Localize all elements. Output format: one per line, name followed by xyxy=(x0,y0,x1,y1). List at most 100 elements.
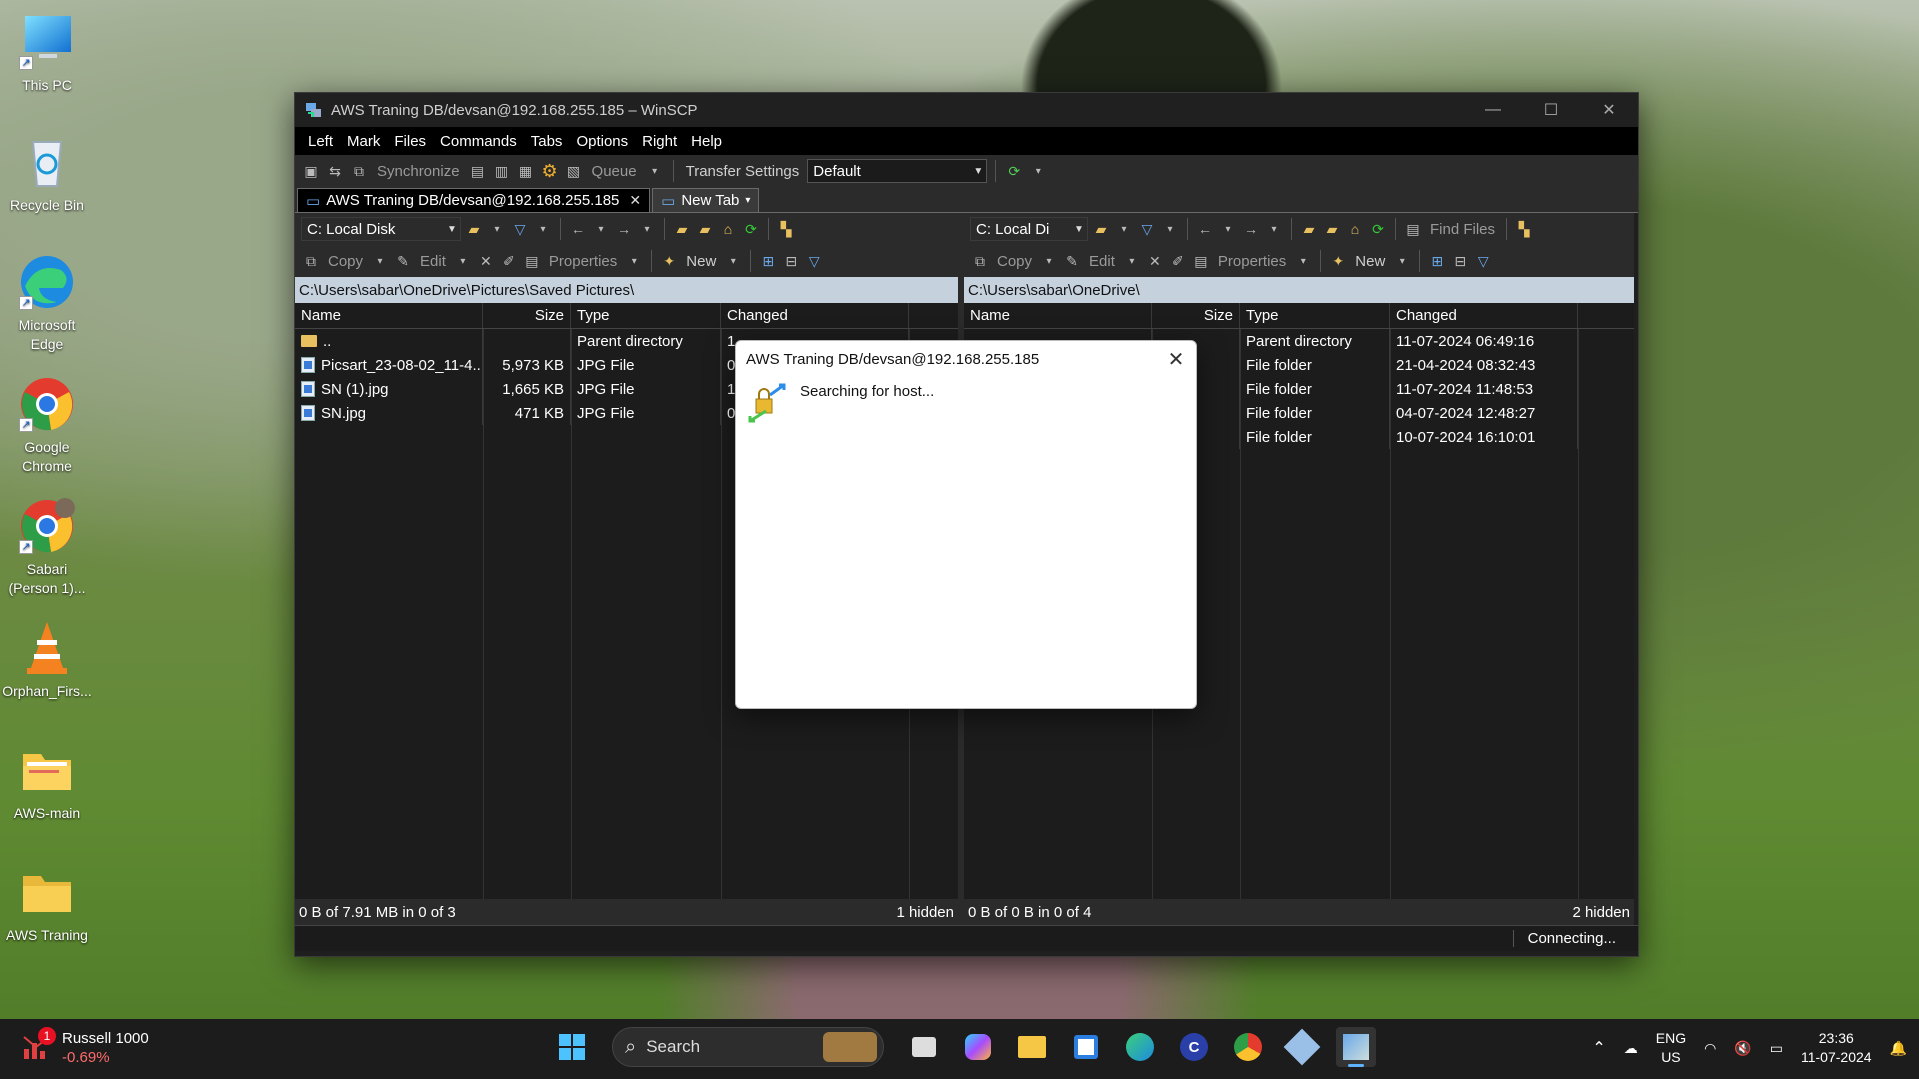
rename-icon[interactable]: ✐ xyxy=(1168,251,1188,271)
menu-tabs[interactable]: Tabs xyxy=(524,133,570,150)
chevron-down-icon[interactable]: ▾ xyxy=(370,251,390,271)
properties-button[interactable]: Properties xyxy=(1214,253,1290,270)
language-indicator[interactable]: ENG US xyxy=(1656,1029,1686,1067)
properties-icon[interactable]: ▤ xyxy=(1191,251,1211,271)
desktop-icon-edge[interactable]: ↗ Microsoft Edge xyxy=(0,252,94,354)
parent-dir-icon[interactable]: ▰ xyxy=(1299,219,1319,239)
root-dir-icon[interactable]: ▰ xyxy=(695,219,715,239)
delete-icon[interactable]: ✕ xyxy=(1145,251,1165,271)
column-name[interactable]: Name xyxy=(295,303,483,328)
transfer-settings-select[interactable]: Default ▼ xyxy=(807,159,988,183)
new-button[interactable]: New xyxy=(682,253,720,270)
wifi-icon[interactable]: ◠ xyxy=(1704,1040,1716,1057)
tab-new[interactable]: ▭ New Tab ▾ xyxy=(652,188,760,212)
chevron-down-icon[interactable]: ▾ xyxy=(1160,219,1180,239)
copy-icon[interactable]: ⧉ xyxy=(301,251,321,271)
desktop-icon-recycle-bin[interactable]: Recycle Bin xyxy=(0,132,94,215)
stock-widget[interactable]: 1 Russell 1000 -0.69% xyxy=(22,1027,149,1067)
file-explorer-button[interactable] xyxy=(1012,1027,1052,1067)
winscp-taskbar-button[interactable] xyxy=(1336,1027,1376,1067)
compare-dirs-icon[interactable]: ▣ xyxy=(301,161,321,181)
properties-icon[interactable]: ▤ xyxy=(522,251,542,271)
store-button[interactable] xyxy=(1066,1027,1106,1067)
desktop-icon-aws-traning[interactable]: AWS Traning xyxy=(0,862,94,945)
copy-icon[interactable]: ⧉ xyxy=(970,251,990,271)
new-button[interactable]: New xyxy=(1351,253,1389,270)
chevron-down-icon[interactable]: ▾ xyxy=(1264,219,1284,239)
new-icon[interactable]: ✦ xyxy=(659,251,679,271)
virtualbox-button[interactable] xyxy=(1282,1027,1322,1067)
taskbar-search[interactable]: ⌕ Search xyxy=(612,1027,884,1067)
column-changed[interactable]: Changed xyxy=(721,303,909,328)
right-drive-select[interactable]: C: Local Di ▼ xyxy=(970,217,1088,241)
volume-muted-icon[interactable]: 🔇 xyxy=(1734,1040,1751,1057)
column-type[interactable]: Type xyxy=(1240,303,1390,328)
unselect-icon[interactable]: ⊟ xyxy=(781,251,801,271)
chevron-down-icon[interactable]: ▾ xyxy=(645,161,665,181)
console-icon[interactable]: ▥ xyxy=(492,161,512,181)
forward-arrow-icon[interactable]: → xyxy=(1241,219,1261,239)
column-size[interactable]: Size xyxy=(1152,303,1240,328)
home-icon[interactable]: ⌂ xyxy=(718,219,738,239)
start-button[interactable] xyxy=(552,1027,592,1067)
filter-icon[interactable]: ▽ xyxy=(1137,219,1157,239)
select-all-icon[interactable]: ⊞ xyxy=(758,251,778,271)
chevron-down-icon[interactable]: ▾ xyxy=(591,219,611,239)
open-folder-icon[interactable]: ▰ xyxy=(464,219,484,239)
desktop-icon-this-pc[interactable]: ↗ This PC xyxy=(0,12,94,95)
dialog-close-button[interactable]: ✕ xyxy=(1156,347,1196,372)
root-dir-icon[interactable]: ▰ xyxy=(1322,219,1342,239)
tree-icon[interactable]: ▚ xyxy=(1514,219,1534,239)
desktop-icon-aws-main[interactable]: AWS-main xyxy=(0,740,94,823)
close-button[interactable]: ✕ xyxy=(1580,93,1638,127)
left-drive-select[interactable]: C: Local Disk ▼ xyxy=(301,217,461,241)
chevron-down-icon[interactable]: ▾ xyxy=(1028,161,1048,181)
chevron-down-icon[interactable]: ▾ xyxy=(637,219,657,239)
close-tab-icon[interactable]: ✕ xyxy=(629,192,641,209)
menu-help[interactable]: Help xyxy=(684,133,729,150)
dialog-title-bar[interactable]: AWS Traning DB/devsan@192.168.255.185 ✕ xyxy=(736,341,1196,377)
unselect-icon[interactable]: ⊟ xyxy=(1450,251,1470,271)
menu-mark[interactable]: Mark xyxy=(340,133,387,150)
edge-button[interactable] xyxy=(1120,1027,1160,1067)
menu-right[interactable]: Right xyxy=(635,133,684,150)
properties-button[interactable]: Properties xyxy=(545,253,621,270)
maximize-button[interactable]: ☐ xyxy=(1522,93,1580,127)
copy-button[interactable]: Copy xyxy=(324,253,367,270)
new-icon[interactable]: ✦ xyxy=(1328,251,1348,271)
tree-icon[interactable]: ▚ xyxy=(776,219,796,239)
app-c-button[interactable]: C xyxy=(1174,1027,1214,1067)
column-type[interactable]: Type xyxy=(571,303,721,328)
chevron-down-icon[interactable]: ▾ xyxy=(1122,251,1142,271)
clock[interactable]: 23:36 11-07-2024 xyxy=(1801,1029,1872,1067)
right-hidden-count[interactable]: 2 hidden xyxy=(1572,904,1630,921)
home-icon[interactable]: ⌂ xyxy=(1345,219,1365,239)
right-path-bar[interactable]: C:\Users\sabar\OneDrive\ xyxy=(964,277,1634,303)
open-folder-icon[interactable]: ▰ xyxy=(1091,219,1111,239)
back-arrow-icon[interactable]: ← xyxy=(568,219,588,239)
chevron-down-icon[interactable]: ▾ xyxy=(453,251,473,271)
forward-arrow-icon[interactable]: → xyxy=(614,219,634,239)
chevron-up-icon[interactable]: ⌃ xyxy=(1592,1038,1605,1058)
chevron-down-icon[interactable]: ▾ xyxy=(1293,251,1313,271)
onedrive-icon[interactable]: ☁ xyxy=(1624,1040,1638,1057)
auto-sync-icon[interactable]: ⟳ xyxy=(1004,161,1024,181)
column-size[interactable]: Size xyxy=(483,303,571,328)
refresh-icon[interactable]: ⟳ xyxy=(1368,219,1388,239)
chevron-down-icon[interactable]: ▾ xyxy=(624,251,644,271)
edit-button[interactable]: Edit xyxy=(416,253,450,270)
filter-select-icon[interactable]: ▽ xyxy=(1473,251,1493,271)
parent-dir-icon[interactable]: ▰ xyxy=(672,219,692,239)
menu-left[interactable]: Left xyxy=(301,133,340,150)
select-all-icon[interactable]: ⊞ xyxy=(1427,251,1447,271)
rename-icon[interactable]: ✐ xyxy=(499,251,519,271)
desktop-icon-sabari[interactable]: ↗ Sabari (Person 1)... xyxy=(0,496,94,598)
edit-icon[interactable]: ✎ xyxy=(393,251,413,271)
notification-bell-icon[interactable]: 🔔 xyxy=(1890,1040,1907,1057)
left-path-bar[interactable]: C:\Users\sabar\OneDrive\Pictures\Saved P… xyxy=(295,277,958,303)
minimize-button[interactable]: ― xyxy=(1464,93,1522,127)
filter-select-icon[interactable]: ▽ xyxy=(804,251,824,271)
chevron-down-icon[interactable]: ▾ xyxy=(487,219,507,239)
preferences-gear-icon[interactable]: ⚙ xyxy=(540,161,560,181)
edit-icon[interactable]: ✎ xyxy=(1062,251,1082,271)
